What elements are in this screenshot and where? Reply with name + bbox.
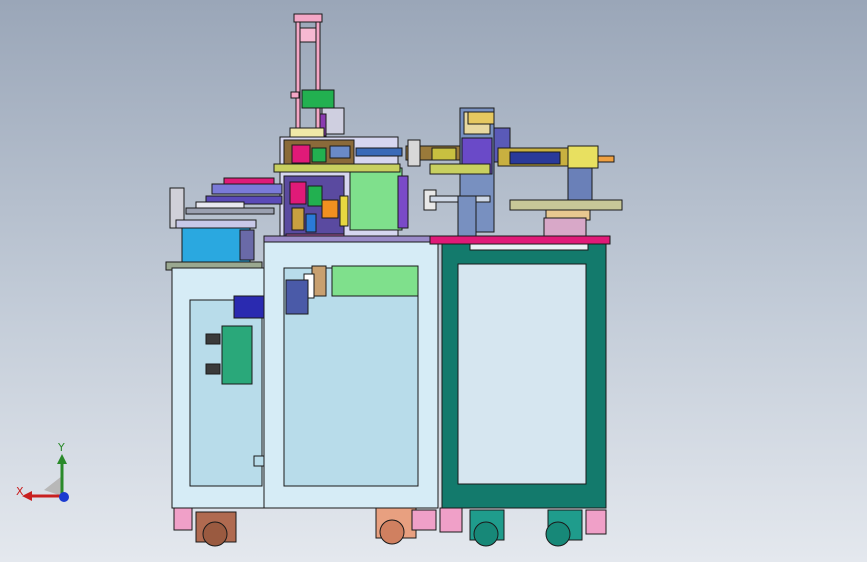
left-casters bbox=[173, 507, 437, 547]
central-mechanism bbox=[273, 136, 409, 246]
right-casters bbox=[439, 507, 607, 547]
left-machine-frame bbox=[171, 235, 445, 509]
right-machine-frame bbox=[429, 235, 611, 509]
right-linear-module bbox=[405, 107, 623, 243]
x-axis-label: X bbox=[16, 485, 24, 498]
graphics-viewport[interactable]: Y X bbox=[0, 0, 867, 562]
cad-assembly-model[interactable] bbox=[0, 0, 867, 562]
y-axis-label: Y bbox=[58, 441, 65, 454]
coordinate-triad: Y X bbox=[10, 440, 80, 510]
triad-plane-shading bbox=[44, 476, 62, 496]
z-axis-dot bbox=[59, 492, 69, 502]
vertical-lift-column bbox=[289, 13, 345, 138]
